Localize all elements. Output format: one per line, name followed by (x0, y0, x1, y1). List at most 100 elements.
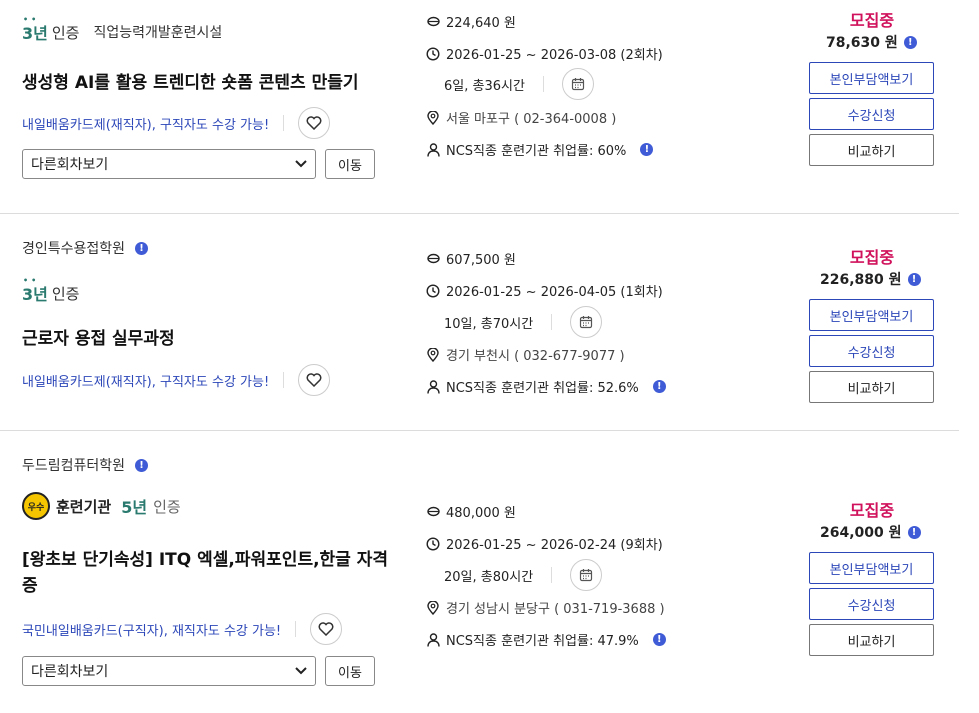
employment-row: NCS직종 훈련기관 취업률: 47.9% ! (426, 630, 666, 649)
fee-value: 224,640 원 (446, 16, 516, 31)
person-icon (426, 142, 440, 157)
info-icon[interactable]: ! (640, 143, 654, 156)
institution-row: 두드림컴퓨터학원 ! (22, 455, 149, 475)
card-types-text: 국민내일배움카드(구직자), 재직자도 수강 가능! (22, 623, 282, 639)
self-pay-button[interactable]: 본인부담액보기 (809, 299, 934, 331)
cert-badge: •• 3년 인증 (22, 276, 79, 305)
course-title[interactable]: 근로자 용접 실무과정 (22, 326, 392, 352)
location-pin-icon (426, 110, 440, 125)
card-types-row: 국민내일배움카드(구직자), 재직자도 수강 가능! (22, 613, 343, 645)
divider (551, 567, 553, 583)
compare-button[interactable]: 비교하기 (809, 134, 934, 166)
location-value: 경기 성남시 분당구 ( 031-719-3688 ) (446, 602, 665, 617)
course-title[interactable]: 생성형 AI를 활용 트렌디한 숏폼 콘텐츠 만들기 (22, 70, 392, 96)
self-pay-amount: 78,630 원 ! (826, 32, 917, 52)
divider (295, 621, 297, 637)
self-pay-button[interactable]: 본인부담액보기 (809, 62, 934, 94)
period-value: 2026-01-25 ~ 2026-04-05 (1회차) (446, 285, 663, 300)
excellent-badge: 우수 훈련기관 5년 인증 (22, 492, 181, 520)
period-row: 2026-01-25 ~ 2026-03-08 (2회차) (426, 44, 663, 63)
heart-icon (318, 622, 334, 636)
self-pay-amount: 226,880 원 ! (820, 269, 921, 289)
session-select[interactable]: 다른회차보기 (22, 149, 316, 179)
duration-value: 6일, 총36시간 (444, 78, 525, 94)
employment-value: NCS직종 훈련기관 취업률: 60% (446, 144, 627, 159)
info-icon[interactable]: ! (135, 241, 149, 255)
fee-row: 480,000 원 (426, 502, 516, 521)
info-icon[interactable]: ! (907, 525, 921, 539)
self-pay-value: 78,630 원 (826, 35, 898, 51)
card-types-row: 내일배움카드제(재직자), 구직자도 수강 가능! (22, 364, 331, 396)
calendar-button[interactable] (570, 559, 603, 591)
duration-value: 10일, 총70시간 (444, 316, 534, 332)
move-button[interactable]: 이동 (325, 149, 375, 179)
duration-value: 20일, 총80시간 (444, 569, 534, 585)
duration-row: 6일, 총36시간 (444, 68, 594, 100)
self-pay-button[interactable]: 본인부담액보기 (809, 552, 934, 584)
excellent-logo: 우수 (22, 492, 50, 520)
institution-name[interactable]: 두드림컴퓨터학원 (22, 455, 125, 475)
info-icon[interactable]: ! (652, 633, 666, 646)
status-badge: 모집중 (849, 11, 895, 30)
heart-icon (306, 116, 322, 130)
favorite-button[interactable] (310, 613, 343, 645)
fee-row: 224,640 원 (426, 12, 516, 31)
period-row: 2026-01-25 ~ 2026-02-24 (9회차) (426, 534, 663, 553)
status-badge: 모집중 (849, 248, 895, 267)
employment-value: NCS직종 훈련기관 취업률: 47.9% (446, 634, 639, 649)
session-select[interactable]: 다른회차보기 (22, 656, 316, 686)
cert-years: 5년 (121, 498, 148, 517)
coin-icon (426, 15, 440, 29)
session-select-value: 다른회차보기 (31, 664, 109, 680)
clock-icon (426, 283, 440, 298)
move-button[interactable]: 이동 (325, 656, 375, 686)
compare-button[interactable]: 비교하기 (809, 624, 934, 656)
calendar-button[interactable] (561, 68, 594, 100)
cert-word: 인증 (51, 23, 80, 42)
card-divider (0, 430, 959, 431)
cert-years: •• 3년 (22, 15, 48, 43)
fee-value: 607,500 원 (446, 253, 516, 268)
coin-icon (426, 252, 440, 266)
apply-button[interactable]: 수강신청 (809, 588, 934, 620)
training-label: 훈련기관 (56, 497, 112, 516)
card-types-row: 내일배움카드제(재직자), 구직자도 수강 가능! (22, 107, 331, 139)
fee-value: 480,000 원 (446, 506, 516, 521)
institution-row: 경인특수용접학원 ! (22, 238, 149, 258)
institution-type: 직업능력개발훈련시설 (93, 25, 223, 41)
coin-icon (426, 505, 440, 519)
heart-icon (306, 373, 322, 387)
info-icon[interactable]: ! (907, 272, 921, 286)
chevron-down-icon (295, 667, 307, 675)
calendar-icon (571, 78, 585, 91)
status-badge: 모집중 (849, 501, 895, 520)
self-pay-value: 226,880 원 (820, 272, 902, 288)
compare-button[interactable]: 비교하기 (809, 371, 934, 403)
divider (283, 372, 285, 388)
person-icon (426, 632, 440, 647)
favorite-button[interactable] (298, 364, 331, 396)
calendar-icon (580, 569, 593, 582)
info-icon[interactable]: ! (135, 458, 149, 472)
card-types-text: 내일배움카드제(재직자), 구직자도 수강 가능! (22, 374, 270, 390)
favorite-button[interactable] (298, 107, 331, 139)
location-row: 경기 성남시 분당구 ( 031-719-3688 ) (426, 598, 665, 617)
institution-name[interactable]: 경인특수용접학원 (22, 238, 125, 258)
apply-button[interactable]: 수강신청 (809, 98, 934, 130)
location-row: 경기 부천시 ( 032-677-9077 ) (426, 345, 625, 364)
chevron-down-icon (295, 160, 307, 168)
info-icon[interactable]: ! (652, 380, 666, 393)
person-icon (426, 379, 440, 394)
period-row: 2026-01-25 ~ 2026-04-05 (1회차) (426, 281, 663, 300)
course-title[interactable]: [왕초보 단기속성] ITQ 엑셀,파워포인트,한글 자격증 (22, 547, 392, 599)
location-value: 경기 부천시 ( 032-677-9077 ) (446, 349, 625, 364)
divider (542, 76, 544, 92)
calendar-button[interactable] (570, 306, 603, 338)
info-icon[interactable]: ! (903, 35, 917, 49)
cert-badge: •• 3년 인증 직업능력개발훈련시설 (22, 15, 223, 44)
calendar-icon (580, 316, 593, 329)
employment-row: NCS직종 훈련기관 취업률: 60% ! (426, 140, 654, 159)
apply-button[interactable]: 수강신청 (809, 335, 934, 367)
cert-years: •• 3년 (22, 276, 48, 304)
cert-word: 인증 (153, 497, 181, 516)
